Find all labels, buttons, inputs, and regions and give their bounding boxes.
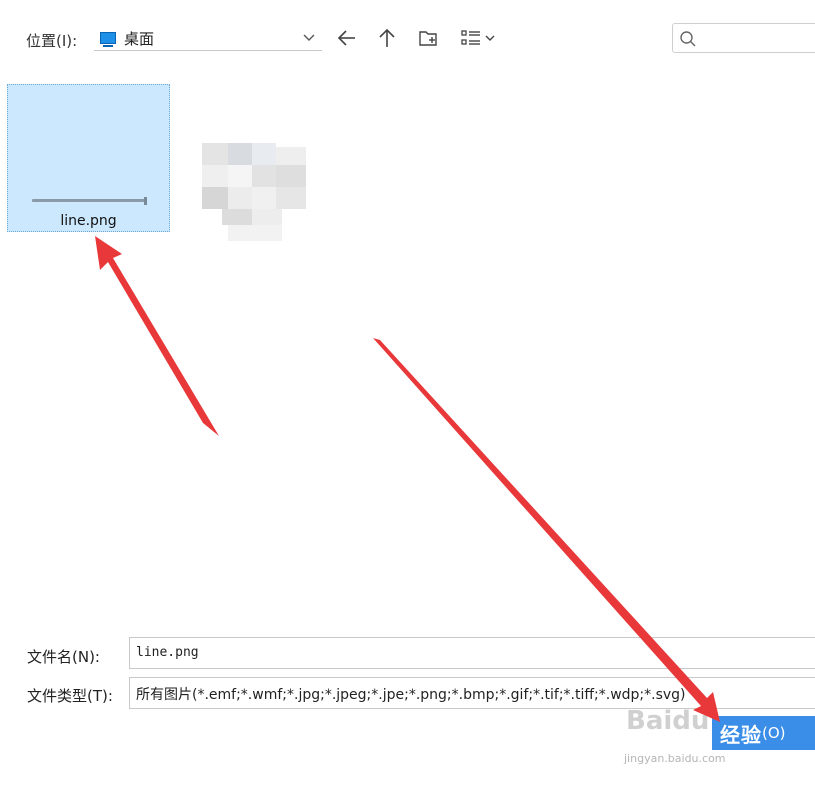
filename-label: 文件名(N): bbox=[27, 648, 100, 666]
filetype-select[interactable]: 所有图片(*.emf;*.wmf;*.jpg;*.jpeg;*.jpe;*.pn… bbox=[129, 677, 815, 709]
image-thumbnail bbox=[32, 199, 146, 202]
file-item-line-png[interactable]: line.png bbox=[7, 84, 170, 232]
search-input[interactable] bbox=[672, 23, 815, 53]
open-button[interactable]: 经验 (O) bbox=[712, 716, 815, 750]
desktop-folder-icon bbox=[100, 32, 116, 47]
file-name: line.png bbox=[60, 213, 117, 229]
back-arrow-icon[interactable] bbox=[336, 27, 358, 49]
filetype-label: 文件类型(T): bbox=[27, 687, 113, 705]
annotation-arrow-up bbox=[95, 236, 219, 436]
location-dropdown[interactable]: 桌面 bbox=[94, 26, 322, 51]
chevron-down-icon bbox=[303, 34, 315, 41]
watermark-url: jingyan.baidu.com bbox=[624, 752, 726, 765]
image-thumbnail-end bbox=[144, 197, 147, 205]
file-item-blurred[interactable] bbox=[192, 143, 310, 243]
up-arrow-icon[interactable] bbox=[376, 27, 398, 49]
search-icon bbox=[680, 31, 696, 47]
location-label: 位置(I): bbox=[26, 32, 78, 50]
filename-input[interactable]: line.png bbox=[129, 637, 815, 669]
new-folder-icon[interactable] bbox=[418, 27, 440, 49]
open-button-label: 经验 bbox=[720, 722, 762, 747]
watermark-logo: Baidu bbox=[626, 706, 710, 736]
view-mode-icon[interactable] bbox=[460, 27, 500, 49]
location-value: 桌面 bbox=[124, 29, 155, 48]
open-button-shortcut: (O) bbox=[762, 724, 786, 742]
